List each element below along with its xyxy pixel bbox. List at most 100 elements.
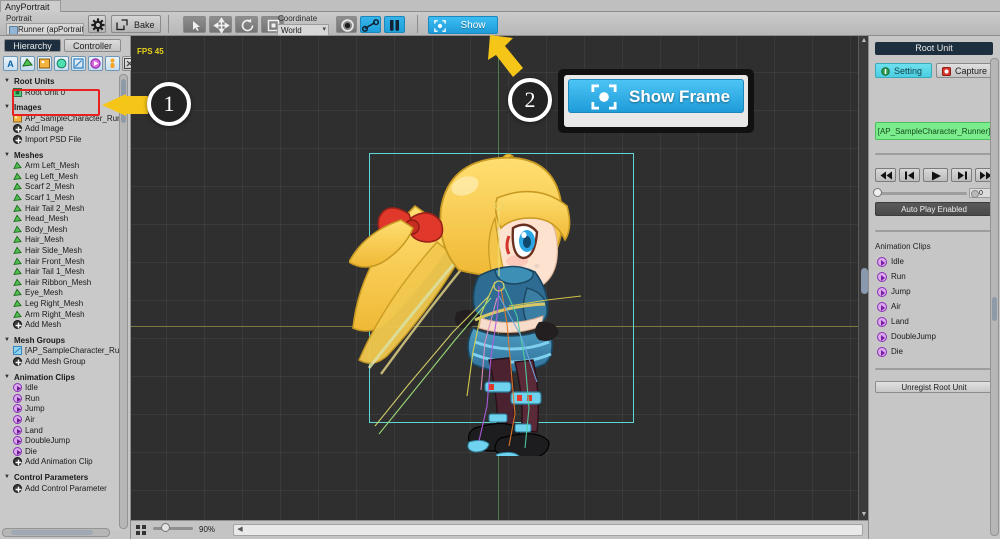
disclosure-triangle-icon[interactable]: ▼ <box>4 150 10 161</box>
portrait-object-field[interactable]: Runner (apPortrait) <box>6 23 84 35</box>
mesh-icon <box>13 299 22 308</box>
text-A-icon[interactable]: A <box>3 56 18 71</box>
play-icon <box>877 272 887 282</box>
tree-item-label: Scarf 1_Mesh <box>25 193 75 202</box>
rotate-tool-button[interactable] <box>235 16 258 33</box>
disclosure-triangle-icon[interactable]: ▼ <box>4 102 10 113</box>
scroll-thumb[interactable] <box>11 530 93 535</box>
tree-item-label: Leg Left_Mesh <box>25 171 78 181</box>
tree-item-label: Jump <box>25 404 45 414</box>
play-icon <box>877 332 887 342</box>
zoom-slider-knob[interactable] <box>161 523 170 532</box>
grid-toggle-icon[interactable] <box>136 525 146 535</box>
capture-label: Capture <box>955 66 988 76</box>
plus-icon <box>13 124 22 134</box>
tree-item-label: Hair_Mesh <box>25 235 64 245</box>
play-icon <box>13 415 22 424</box>
coordinate-label: Coordinate <box>278 14 318 23</box>
play-icon <box>13 425 22 435</box>
settings-button[interactable] <box>88 15 106 33</box>
meshgroup-glyph <box>56 58 67 69</box>
step-marker-2: 2 <box>508 78 552 122</box>
play-button[interactable] <box>923 168 948 182</box>
scroll-thumb[interactable] <box>992 297 997 321</box>
bake-label: Bake <box>134 20 155 30</box>
scroll-thumb[interactable] <box>861 268 868 294</box>
tree-item-label: Land <box>25 425 43 435</box>
animation-icon[interactable] <box>88 56 103 71</box>
tree-item-label: Hair Side_Mesh <box>25 246 82 255</box>
step-back-icon <box>905 171 914 180</box>
control-param-icon[interactable] <box>105 56 120 71</box>
meshgroup-icon[interactable] <box>54 56 69 71</box>
anyportrait-editor-window: AnyPortrait Portrait Runner (apPortrait) <box>0 0 1000 539</box>
tree-item-label: Import PSD File <box>25 135 82 144</box>
hierarchy-tree[interactable]: ▼ Root Units Root Unit 0 ▼ Images AP_SampleCh… <box>0 74 122 531</box>
play-icon <box>13 404 22 414</box>
scroll-up-arrow[interactable]: ▲ <box>860 37 868 45</box>
viewport-canvas[interactable]: FPS 45 ▲ ▼ <box>131 36 868 520</box>
hierarchy-vertical-scrollbar[interactable] <box>119 74 128 529</box>
animation-clip-label: Jump <box>891 287 911 296</box>
step-forward-button[interactable] <box>951 168 972 182</box>
bone-glyph <box>73 58 84 69</box>
image-icon[interactable] <box>37 56 52 71</box>
mesh-icon <box>13 214 22 223</box>
frame-slider-knob[interactable] <box>873 188 882 197</box>
frame-capture-icon <box>591 84 617 110</box>
tab-controller[interactable]: Controller <box>64 39 121 52</box>
physics-toggle-button[interactable] <box>384 16 405 33</box>
select-tool-button[interactable] <box>183 16 206 33</box>
mesh-icon[interactable] <box>20 56 35 71</box>
tab-anyportrait[interactable]: AnyPortrait <box>0 0 61 12</box>
inspector-vertical-scrollbar[interactable] <box>990 58 999 536</box>
tree-item-label: Arm Right_Mesh <box>25 309 85 319</box>
skip-to-start-button[interactable] <box>875 168 896 182</box>
disclosure-triangle-icon[interactable]: ▼ <box>4 76 10 87</box>
tree-item-label: Add Animation Clip <box>25 457 93 467</box>
tree-item-label: Add Image <box>25 124 64 134</box>
tab-hierarchy[interactable]: Hierarchy <box>4 39 61 52</box>
setting-tab-button[interactable]: Setting <box>875 63 932 78</box>
scroll-left-arrow[interactable]: ◀ <box>235 525 245 535</box>
inspector-title: Root Unit <box>875 42 993 55</box>
canvas-horizontal-scrollbar[interactable]: ◀ <box>233 524 863 536</box>
callout-show-frame-button[interactable]: Show Frame <box>568 79 744 113</box>
step-forward-icon <box>958 171 967 180</box>
hierarchy-horizontal-scrollbar[interactable] <box>2 528 110 537</box>
move-tool-button[interactable] <box>209 16 232 34</box>
animation-clip-label: Run <box>891 272 906 281</box>
unregist-root-unit-button[interactable]: Unregist Root Unit <box>875 381 993 393</box>
disclosure-triangle-icon[interactable]: ▼ <box>4 335 10 346</box>
auto-play-button[interactable]: Auto Play Enabled <box>875 202 993 216</box>
mesh-icon <box>13 193 22 202</box>
play-icon <box>877 287 887 297</box>
play-icon <box>13 446 22 456</box>
capture-tab-button[interactable]: Capture <box>936 63 993 78</box>
animation-clip-label: Die <box>891 347 904 356</box>
bake-button[interactable]: Bake <box>111 15 161 33</box>
cursor-icon <box>193 21 200 31</box>
coordinate-dropdown[interactable]: World <box>277 24 329 36</box>
callout-label: Show Frame <box>629 87 731 106</box>
step-marker-1: 1 <box>147 82 191 126</box>
disclosure-triangle-icon[interactable]: ▼ <box>4 372 10 383</box>
control-param-glyph <box>110 58 115 68</box>
tree-group-label: Root Units <box>14 77 55 86</box>
step-back-button[interactable] <box>899 168 920 182</box>
zoom-slider[interactable] <box>153 527 193 530</box>
tree-group-label: Mesh Groups <box>14 335 66 345</box>
frame-slider[interactable] <box>875 192 967 195</box>
plus-icon <box>13 483 22 493</box>
scroll-down-arrow[interactable]: ▼ <box>860 511 868 519</box>
canvas-vertical-scrollbar[interactable]: ▲ ▼ <box>858 36 868 520</box>
portrait-field-group: Portrait Runner (apPortrait) <box>6 14 84 35</box>
tree-group-label: Control Parameters <box>14 473 89 482</box>
bone-icon[interactable] <box>71 56 86 71</box>
disclosure-triangle-icon[interactable]: ▼ <box>4 472 10 483</box>
bone-toggle-button[interactable] <box>360 16 381 33</box>
toolbar-separator-1 <box>168 15 169 33</box>
callout-arrow-2 <box>488 35 523 77</box>
rotate-icon <box>241 18 254 32</box>
gizmo-toggle-button[interactable] <box>336 16 357 33</box>
